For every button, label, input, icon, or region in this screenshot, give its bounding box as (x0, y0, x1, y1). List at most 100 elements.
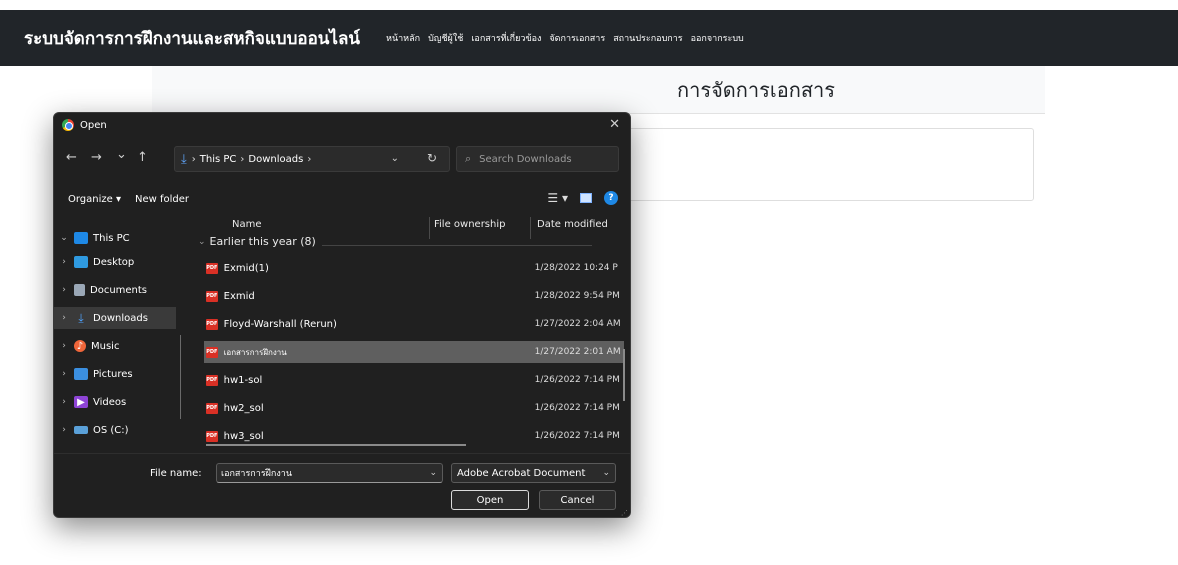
nav-item-desktop[interactable]: › Desktop (54, 251, 176, 273)
new-folder-button[interactable]: New folder (135, 194, 189, 205)
nav-link-related-docs[interactable]: เอกสารที่เกี่ยวข้อง (471, 31, 541, 45)
address-bar[interactable]: ⤓ › This PC › Downloads › ⌄ ↻ (174, 146, 450, 172)
chevron-right-icon[interactable]: › (54, 341, 74, 351)
organize-menu-button[interactable]: Organize ▾ (68, 194, 121, 205)
chevron-down-icon[interactable]: ⌄ (429, 468, 437, 478)
file-name: hw3_sol (223, 430, 264, 442)
breadcrumb: › This PC › Downloads › (192, 154, 312, 165)
file-row[interactable]: PDF Exmid(1) 1/28/2022 10:24 P (204, 257, 624, 279)
pdf-file-icon: PDF (206, 290, 218, 302)
recent-locations-chevron-icon[interactable]: ⌄ (116, 148, 127, 162)
chevron-right-icon[interactable]: › (54, 285, 74, 295)
nav-link-logout[interactable]: ออกจากระบบ (691, 31, 744, 45)
documents-icon (74, 284, 85, 296)
dialog-titlebar[interactable]: Open ✕ (54, 113, 630, 137)
nav-item-label: Downloads (93, 312, 148, 324)
vertical-scrollbar[interactable] (623, 349, 625, 401)
nav-link-account[interactable]: บัญชีผู้ใช้ (428, 31, 463, 45)
dialog-navbar: ← → ⌄ ↑ ⤓ › This PC › Downloads › ⌄ ↻ ⌕ … (54, 143, 630, 175)
file-name: เอกสารการฝึกงาน (223, 347, 287, 357)
file-name-value: เอกสารการฝึกงาน (221, 469, 292, 479)
chevron-down-icon[interactable]: ⌄ (602, 468, 610, 478)
group-divider (322, 245, 592, 246)
page-title-box: การจัดการเอกสาร (152, 66, 1045, 114)
address-dropdown-chevron-icon[interactable]: ⌄ (391, 153, 399, 164)
column-header-ownership[interactable]: File ownership (434, 219, 505, 230)
chrome-icon (62, 119, 74, 131)
file-row-selected[interactable]: PDF เอกสารการฝึกงาน 1/27/2022 2:01 AM (204, 341, 624, 363)
forward-arrow-icon[interactable]: → (91, 151, 102, 165)
breadcrumb-this-pc[interactable]: This PC (200, 154, 237, 165)
pdf-file-icon: PDF (206, 430, 218, 442)
chevron-right-icon[interactable]: › (54, 257, 74, 267)
nav-item-downloads[interactable]: › ⤓ Downloads (54, 307, 176, 329)
pdf-file-icon: PDF (206, 262, 218, 274)
file-name: Exmid(1) (223, 262, 269, 274)
file-name: hw1-sol (223, 374, 263, 386)
file-date: 1/28/2022 9:54 PM (534, 291, 620, 301)
chevron-right-icon[interactable]: › (54, 425, 74, 435)
nav-item-label: OS (C:) (93, 424, 129, 436)
nav-links: หน้าหลัก บัญชีผู้ใช้ เอกสารที่เกี่ยวข้อง… (386, 31, 744, 45)
file-name: hw2_sol (223, 402, 264, 414)
file-type-select[interactable]: Adobe Acrobat Document ⌄ (451, 463, 616, 483)
resize-grip-icon[interactable]: ⋰ (621, 509, 628, 517)
nav-link-manage-docs[interactable]: จัดการเอกสาร (549, 31, 605, 45)
nav-item-documents[interactable]: › Documents (54, 279, 176, 301)
file-name: Exmid (223, 290, 255, 302)
pictures-icon (74, 368, 88, 380)
nav-item-pictures[interactable]: › Pictures (54, 363, 176, 385)
pdf-file-icon: PDF (206, 318, 218, 330)
site-brand[interactable]: ระบบจัดการการฝึกงานและสหกิจแบบออนไลน์ (24, 25, 360, 52)
chevron-down-icon[interactable]: ⌄ (54, 233, 74, 243)
chevron-right-icon[interactable]: › (54, 369, 74, 379)
view-options-icon[interactable]: ☰ ▾ (547, 191, 568, 205)
group-header-label: Earlier this year (8) (209, 235, 316, 248)
file-row[interactable]: PDF hw2_sol 1/26/2022 7:14 PM (204, 397, 624, 419)
horizontal-scrollbar[interactable] (206, 444, 466, 446)
column-header-date-modified[interactable]: Date modified (537, 219, 608, 230)
nav-item-videos[interactable]: › ▶ Videos (54, 391, 176, 413)
refresh-icon[interactable]: ↻ (427, 151, 437, 165)
file-type-value: Adobe Acrobat Document (457, 467, 586, 479)
column-header-name[interactable]: Name (232, 219, 262, 230)
up-arrow-icon[interactable]: ↑ (137, 151, 148, 165)
file-name-input[interactable]: เอกสารการฝึกงาน ⌄ (216, 463, 443, 483)
search-icon: ⌕ (465, 152, 472, 165)
cancel-button[interactable]: Cancel (539, 490, 616, 510)
breadcrumb-downloads[interactable]: Downloads (248, 154, 303, 165)
search-placeholder: Search Downloads (479, 153, 572, 165)
search-input[interactable]: ⌕ Search Downloads (456, 146, 619, 172)
file-row[interactable]: PDF Exmid 1/28/2022 9:54 PM (204, 285, 624, 307)
file-date: 1/27/2022 2:01 AM (534, 347, 621, 357)
file-row[interactable]: PDF hw1-sol 1/26/2022 7:14 PM (204, 369, 624, 391)
help-icon[interactable]: ? (604, 191, 618, 205)
pc-icon (74, 232, 88, 244)
file-date: 1/26/2022 7:14 PM (534, 375, 620, 385)
chevron-down-icon[interactable]: ⌄ (198, 237, 206, 247)
nav-scrollbar[interactable] (180, 335, 181, 419)
column-separator[interactable] (429, 217, 430, 239)
file-date: 1/26/2022 7:14 PM (534, 403, 620, 413)
chevron-right-icon[interactable]: › (54, 313, 74, 323)
file-list-pane: Name File ownership Date modified ⌄ Earl… (198, 217, 624, 453)
close-icon[interactable]: ✕ (609, 117, 620, 132)
file-name: Floyd-Warshall (Rerun) (223, 318, 337, 330)
file-name-label: File name: (150, 468, 202, 479)
nav-item-this-pc[interactable]: ⌄ This PC (54, 227, 176, 249)
file-row[interactable]: PDF Floyd-Warshall (Rerun) 1/27/2022 2:0… (204, 313, 624, 335)
nav-link-companies[interactable]: สถานประกอบการ (613, 31, 682, 45)
group-header[interactable]: ⌄ Earlier this year (8) (198, 235, 316, 248)
nav-item-music[interactable]: › ♪ Music (54, 335, 176, 357)
nav-item-label: This PC (93, 232, 130, 244)
column-separator[interactable] (530, 217, 531, 239)
nav-item-os-c[interactable]: › OS (C:) (54, 419, 176, 441)
preview-pane-icon[interactable] (580, 193, 592, 203)
back-arrow-icon[interactable]: ← (66, 151, 77, 165)
open-button[interactable]: Open (451, 490, 529, 510)
download-icon: ⤓ (181, 151, 187, 167)
nav-item-label: Documents (90, 284, 148, 296)
breadcrumb-separator-icon: › (307, 153, 312, 165)
chevron-right-icon[interactable]: › (54, 397, 74, 407)
nav-link-home[interactable]: หน้าหลัก (386, 31, 420, 45)
